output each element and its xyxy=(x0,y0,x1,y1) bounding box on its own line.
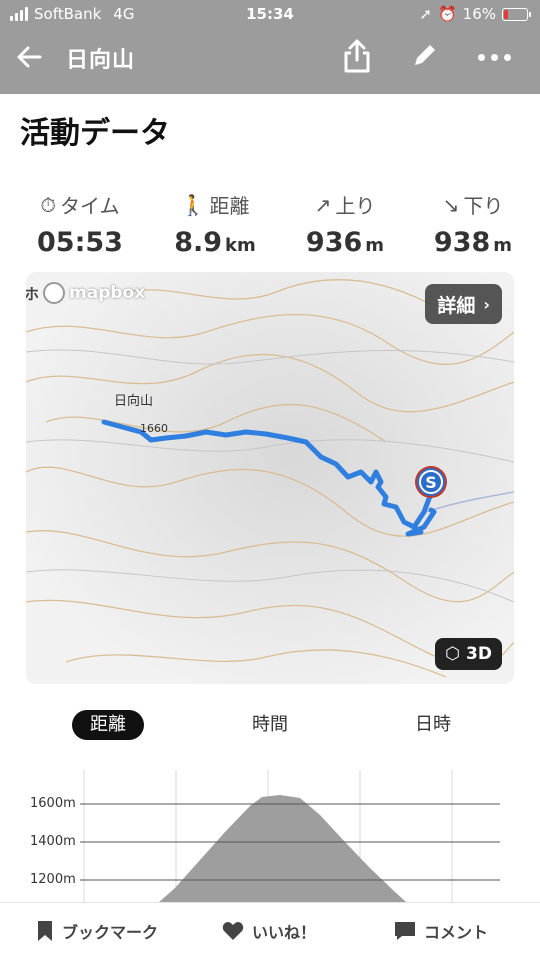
stats-row: ⏱ タイム 05:53 🚶 距離 8.9 km ↗ 上り 936 m ↘ 下り 938 m xyxy=(0,190,540,260)
share-icon[interactable] xyxy=(342,38,372,74)
stat-value: 8.9 xyxy=(174,227,223,258)
stat-value: 938 xyxy=(433,227,491,258)
stat-unit: km xyxy=(225,235,256,256)
terrain-map: S xyxy=(26,272,514,684)
y-tick-label: 1600m xyxy=(30,796,76,811)
like-button[interactable]: いいね！ xyxy=(222,919,316,943)
location-icon: ➚ xyxy=(419,5,432,23)
elevation-area xyxy=(150,795,415,910)
stat-label: タイム xyxy=(60,194,120,218)
mapbox-label: mapbox xyxy=(69,283,146,303)
contour-label: 1660 xyxy=(140,422,168,435)
comment-label: コメント xyxy=(424,923,489,942)
stat-distance: 🚶 距離 8.9 km xyxy=(160,190,270,259)
view3d-label: 3D xyxy=(466,644,492,664)
elevation-chart: 1600m 1400m 1200m xyxy=(0,770,540,910)
bookmark-icon xyxy=(38,921,52,941)
page-title: 日向山 xyxy=(66,48,136,73)
tab-time[interactable]: 時間 xyxy=(240,710,300,740)
battery-icon xyxy=(502,7,531,21)
nav-bar: 日向山 xyxy=(0,30,540,94)
detail-label: 詳細 xyxy=(437,294,476,317)
alarm-icon: ⏰ xyxy=(437,5,457,23)
stat-time: ⏱ タイム 05:53 xyxy=(30,190,130,259)
stat-ascent: ↗ 上り 936 m xyxy=(290,190,400,259)
start-marker[interactable]: S xyxy=(415,466,447,498)
route-map[interactable]: S ホ mapbox 日向山 1660 詳細 › ⬡ 3D xyxy=(26,272,514,684)
back-arrow-icon[interactable] xyxy=(14,42,44,72)
stat-value: 936 xyxy=(305,227,363,258)
y-tick-label: 1200m xyxy=(30,872,76,887)
mapbox-logo-icon xyxy=(43,282,66,304)
comment-button[interactable]: コメント xyxy=(394,919,488,943)
up-arrow-icon: ↗ xyxy=(314,192,332,217)
stat-unit: m xyxy=(493,235,513,256)
stat-unit: m xyxy=(365,235,385,256)
stat-label: 下り xyxy=(463,194,504,218)
cube-icon: ⬡ xyxy=(445,644,461,664)
more-icon[interactable] xyxy=(478,54,511,61)
edit-pencil-icon[interactable] xyxy=(410,40,440,70)
tab-distance[interactable]: 距離 xyxy=(72,710,144,740)
stat-descent: ↘ 下り 938 m xyxy=(418,190,528,259)
tab-datetime[interactable]: 日時 xyxy=(403,710,463,740)
bookmark-label: ブックマーク xyxy=(62,923,159,942)
stat-label: 上り xyxy=(335,194,376,218)
heart-icon xyxy=(222,922,244,940)
down-arrow-icon: ↘ xyxy=(442,192,460,217)
y-tick-label: 1400m xyxy=(30,834,76,849)
like-label: いいね！ xyxy=(252,923,317,942)
chart-tabs: 距離 時間 日時 xyxy=(0,708,540,744)
stopwatch-icon: ⏱ xyxy=(40,192,56,217)
section-title: 活動データ xyxy=(20,116,170,151)
walker-icon: 🚶 xyxy=(180,192,206,217)
mapbox-attribution: ホ mapbox xyxy=(26,282,145,304)
battery-percent: 16% xyxy=(462,5,496,23)
bookmark-button[interactable]: ブックマーク xyxy=(36,919,158,943)
goal-point xyxy=(102,420,106,424)
comment-icon xyxy=(395,922,415,940)
top-bar: SoftBank 4G 15:34 ➚ ⏰ 16% 日向山 xyxy=(0,0,540,94)
peak-label: 日向山 xyxy=(114,394,154,409)
stat-label: 距離 xyxy=(209,194,250,218)
map-detail-button[interactable]: 詳細 › xyxy=(425,284,502,324)
bottom-action-bar: ブックマーク いいね！ コメント xyxy=(0,902,540,960)
svg-text:S: S xyxy=(425,473,437,492)
status-bar: SoftBank 4G 15:34 ➚ ⏰ 16% xyxy=(0,0,540,30)
stat-value: 05:53 xyxy=(37,227,123,258)
partial-map-text: ホ xyxy=(26,284,40,303)
map-3d-button[interactable]: ⬡ 3D xyxy=(435,638,502,670)
chevron-right-icon: › xyxy=(483,294,490,314)
